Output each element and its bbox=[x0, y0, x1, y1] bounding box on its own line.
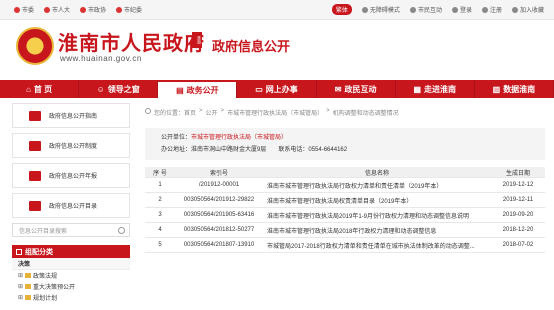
row-title-link[interactable]: 淮南市城市管理行政执法局权责清单目录（2019年本） bbox=[263, 196, 491, 205]
guide-icon bbox=[29, 110, 41, 121]
top-bar: 市委 市人大 市政协 市纪委 繁体 无障碍模式 市民互动 登录 注册 加入收藏 bbox=[0, 0, 554, 20]
star-icon bbox=[80, 6, 87, 13]
folder-icon bbox=[25, 295, 32, 300]
breadcrumb-open[interactable]: 公开 bbox=[206, 108, 218, 117]
bookmark-link[interactable]: 加入收藏 bbox=[511, 5, 544, 14]
seal-logo: 淮南 bbox=[192, 32, 202, 48]
location-icon bbox=[145, 108, 151, 114]
traditional-chinese-toggle[interactable]: 繁体 bbox=[331, 4, 352, 15]
table-row: 1 /201912-00001 淮南市城市管理行政执法局行政权力清单和责任清单（… bbox=[145, 178, 545, 193]
folder-icon bbox=[25, 284, 32, 289]
user-icon bbox=[451, 6, 458, 13]
breadcrumb-agency[interactable]: 市城市管理行政执法局（市城管局） bbox=[227, 108, 323, 117]
monitor-icon: ▭ bbox=[255, 84, 263, 94]
government-name[interactable]: 淮南市人民政府 bbox=[58, 27, 205, 56]
breadcrumb: 您的位置：首页 > 公开 > 市城市管理行政执法局（市城管局） > 机构调整和动态调整… bbox=[145, 108, 399, 117]
table-row: 4 003050564/201812-50277 淮南市城市管理行政执法局201… bbox=[145, 223, 545, 238]
search-icon[interactable] bbox=[118, 227, 125, 234]
register-link[interactable]: 注册 bbox=[481, 5, 502, 14]
chart-icon: ▥ bbox=[492, 84, 501, 94]
report-icon bbox=[29, 170, 41, 181]
sidebar-disclosure-guide[interactable]: 政府信息公开指南 bbox=[12, 103, 130, 128]
sidebar-annual-report[interactable]: 政府信息公开年报 bbox=[12, 163, 130, 188]
folder-icon bbox=[25, 273, 32, 278]
nav-government-affairs[interactable]: ▤ 政务公开 bbox=[158, 80, 238, 98]
row-title-link[interactable]: 市城管局2017-2018行政权力清单和责任清单在城市执法体制改革的动态调整..… bbox=[263, 241, 491, 250]
nav-data-huainan[interactable]: ▥ 数据淮南 bbox=[475, 80, 554, 98]
sidebar-disclosure-system[interactable]: 政府信息公开制度 bbox=[12, 133, 130, 158]
table-row: 2 003050564/201912-29822 淮南市城市管理行政执法局权责清… bbox=[145, 193, 545, 208]
info-table: 序 号 索引号 信息名称 生成日期 1 /201912-00001 淮南市城市管… bbox=[145, 167, 545, 253]
category-header: 组配分类 bbox=[12, 245, 130, 258]
agency-address: 淮南市洞山中路财金大厦9层 bbox=[191, 147, 267, 153]
link-municipal-committee[interactable]: 市委 bbox=[14, 5, 34, 14]
site-title: 政府信息公开 bbox=[212, 39, 291, 54]
interaction-link[interactable]: 市民互动 bbox=[409, 5, 442, 14]
nav-home[interactable]: ⌂ 首 页 bbox=[0, 80, 80, 98]
table-header: 序 号 索引号 信息名称 生成日期 bbox=[145, 167, 545, 178]
category-item-planning[interactable]: ⊞ 规划计划 bbox=[12, 292, 130, 303]
star-icon bbox=[116, 6, 123, 13]
category-root[interactable]: 决策 bbox=[12, 258, 130, 270]
row-title-link[interactable]: 淮南市城市管理行政执法局2018年行政权力清理和动态调整信息 bbox=[263, 226, 491, 235]
system-icon bbox=[29, 140, 41, 151]
expand-icon[interactable]: ⊞ bbox=[18, 272, 23, 279]
doc-icon: ▤ bbox=[176, 85, 184, 95]
expand-icon[interactable]: ⊞ bbox=[18, 283, 23, 290]
agency-name: 市城市管理行政执法局（市城管局） bbox=[191, 135, 288, 141]
home-icon: ⌂ bbox=[26, 84, 31, 94]
agency-phone: 0554-6644162 bbox=[308, 147, 348, 153]
link-cppcc[interactable]: 市政协 bbox=[80, 5, 106, 14]
sidebar-disclosure-catalog[interactable]: 政府信息公开目录 bbox=[12, 193, 130, 218]
login-link[interactable]: 登录 bbox=[451, 5, 472, 14]
link-peoples-congress[interactable]: 市人大 bbox=[44, 5, 70, 14]
table-row: 3 003050564/201905-63416 淮南市城市管理行政执法局201… bbox=[145, 208, 545, 223]
nav-interaction[interactable]: ✉ 政民互动 bbox=[317, 80, 396, 98]
accessibility-icon bbox=[361, 6, 368, 13]
breadcrumb-current: 机构调整和动态调整情况 bbox=[332, 111, 399, 117]
main-nav: ⌂ 首 页 ☺ 领导之窗 ▤ 政务公开 ▭ 网上办事 ✉ 政民互动 ▦ 走进淮南 ▥ 数据淮南 bbox=[0, 80, 554, 98]
row-title-link[interactable]: 淮南市城市管理行政执法局2019年1-9月份行政权力清理和动态调整信息说明 bbox=[263, 211, 491, 220]
star-icon bbox=[14, 6, 20, 13]
star-icon bbox=[44, 6, 51, 13]
expand-icon[interactable]: ⊞ bbox=[18, 294, 23, 301]
link-discipline[interactable]: 市纪委 bbox=[116, 5, 142, 14]
chat-icon bbox=[409, 6, 416, 13]
people-icon: ☺ bbox=[96, 84, 105, 94]
sidebar: 政府信息公开指南 政府信息公开制度 政府信息公开年报 政府信息公开目录 信息公开… bbox=[12, 103, 130, 303]
category-item-major-decision[interactable]: ⊞ 重大决策预公开 bbox=[12, 281, 130, 292]
site-url: www.huainan.gov.cn bbox=[60, 54, 142, 63]
breadcrumb-home[interactable]: 您的位置：首页 bbox=[154, 108, 196, 117]
agency-info: 公开单位：市城市管理行政执法局（市城管局） 办公地址：淮南市洞山中路财金大厦9层… bbox=[145, 128, 545, 160]
site-header: 淮南市人民政府 www.huainan.gov.cn 淮南 政府信息公开 bbox=[0, 20, 554, 78]
nav-about-huainan[interactable]: ▦ 走进淮南 bbox=[396, 80, 475, 98]
building-icon: ▦ bbox=[413, 84, 422, 94]
chat-icon: ✉ bbox=[334, 84, 342, 94]
bookmark-icon bbox=[511, 6, 518, 13]
nav-online-services[interactable]: ▭ 网上办事 bbox=[237, 80, 317, 98]
catalog-search-input[interactable]: 信息公开目录搜索 bbox=[12, 223, 130, 237]
category-item-policy[interactable]: ⊞ 政策法规 bbox=[12, 270, 130, 281]
catalog-icon bbox=[29, 200, 41, 211]
nav-leaders[interactable]: ☺ 领导之窗 bbox=[79, 80, 159, 98]
national-emblem-logo bbox=[16, 27, 54, 65]
table-row: 5 003050564/201807-13910 市城管局2017-2018行政… bbox=[145, 238, 545, 253]
register-icon bbox=[481, 6, 488, 13]
accessibility-link[interactable]: 无障碍模式 bbox=[361, 5, 400, 14]
grid-icon bbox=[16, 248, 22, 255]
row-title-link[interactable]: 淮南市城市管理行政执法局行政权力清单和责任清单（2019年本） bbox=[263, 181, 491, 190]
